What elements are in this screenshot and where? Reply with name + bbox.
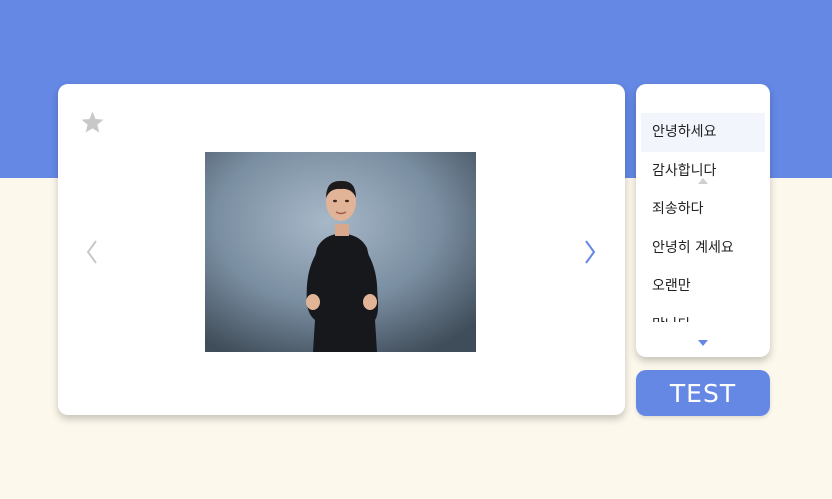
word-item-mannada[interactable]: 만나다 <box>641 306 765 322</box>
test-button[interactable]: TEST <box>636 370 770 416</box>
word-list: 안녕하세요 감사합니다 죄송하다 안녕히 계세요 오랜만 만나다 <box>641 113 765 322</box>
star-icon[interactable] <box>80 110 105 135</box>
video-frame-image <box>205 152 476 352</box>
word-item-annyeonghi-gyeseyo[interactable]: 안녕히 계세요 <box>641 229 765 268</box>
word-item-gamsahamnida[interactable]: 감사합니다 <box>641 152 765 191</box>
word-item-oraenman[interactable]: 오랜만 <box>641 267 765 306</box>
word-item-joesonghada[interactable]: 죄송하다 <box>641 190 765 229</box>
chevron-left-icon[interactable] <box>85 238 99 266</box>
sign-language-video[interactable] <box>205 152 476 352</box>
caret-down-icon[interactable] <box>698 340 708 346</box>
word-item-annyeonghaseyo[interactable]: 안녕하세요 <box>641 113 765 152</box>
chevron-right-icon[interactable] <box>583 238 597 266</box>
